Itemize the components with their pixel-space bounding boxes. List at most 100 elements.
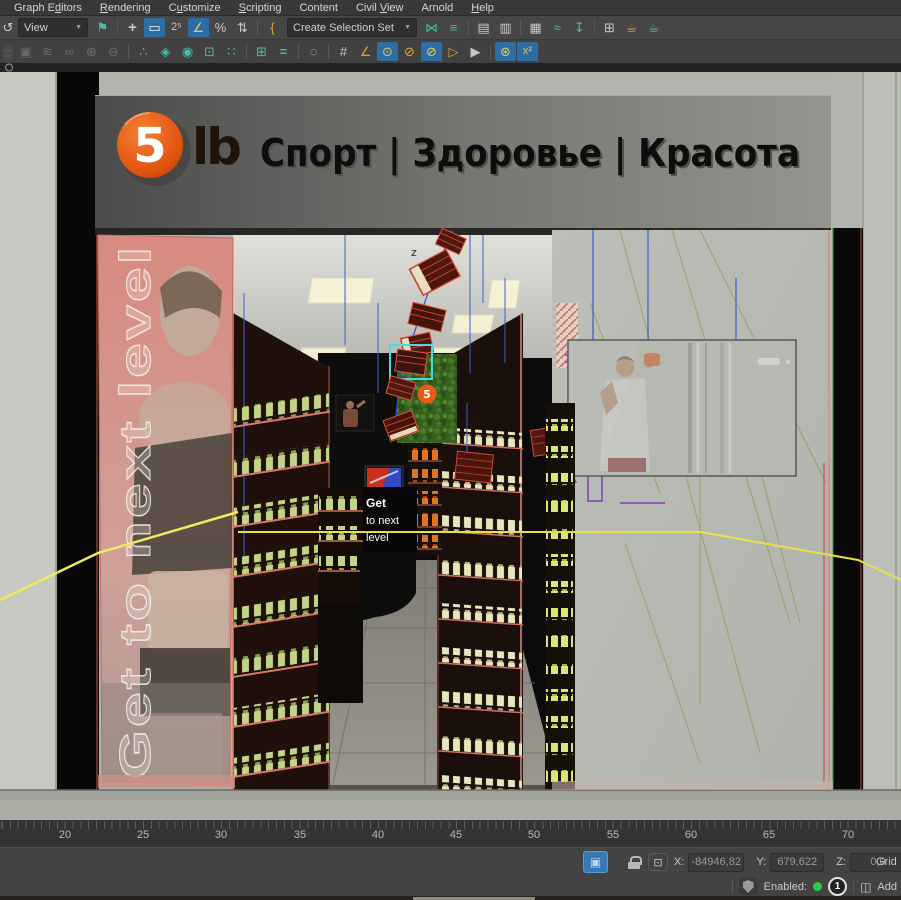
toolbar-separator (298, 44, 299, 59)
transform-gizmo-icon[interactable]: ⊡ (648, 853, 668, 871)
get-to-next-level-sign: Get to next level (359, 487, 417, 553)
angle-snap-2-icon[interactable]: ∠ (355, 42, 376, 61)
sign-title: Спорт | Здоровье | Красота (260, 131, 800, 176)
menu-bar: Graph Editors Rendering Customize Script… (0, 0, 901, 16)
y-coord-field[interactable] (770, 853, 824, 872)
notification-count-badge[interactable]: 1 (828, 877, 847, 896)
named-selection-sets-icon[interactable]: { (262, 18, 283, 37)
spinner-snap-icon[interactable]: ⇅ (232, 18, 253, 37)
timeline-tick: 30 (215, 829, 227, 841)
moss-logo-number: 5 (423, 388, 431, 401)
snap-toggle-b-icon[interactable]: ⊘ (421, 42, 442, 61)
spacing-tool-icon[interactable]: = (273, 42, 294, 61)
x-squared-toggle-icon[interactable]: x² (517, 42, 538, 61)
select-object-icon[interactable]: ▭ (144, 18, 165, 37)
back-wall-poster (336, 395, 374, 431)
timeline-tick: 55 (607, 829, 619, 841)
timeline-track-bar[interactable]: 20 25 30 35 40 45 50 55 60 65 70 (0, 820, 901, 848)
storefront-sign: 5 lb Спорт | Здоровье | Красота Спорт | … (95, 95, 831, 235)
y-coord-label: Y: (756, 856, 766, 868)
align-icon[interactable]: ≡ (443, 18, 464, 37)
ceiling-light-panel (488, 280, 520, 308)
menu-arnold[interactable]: Arnold (412, 1, 462, 15)
ceiling-light-panel (452, 315, 494, 333)
separator (732, 880, 733, 894)
ribbon-toggle-icon[interactable]: ▦ (525, 18, 546, 37)
scene-box-icon[interactable]: ◫ (860, 880, 871, 894)
selection-filter-icon[interactable]: ⚑ (92, 18, 113, 37)
bind-container-icon[interactable]: ⊕ (81, 42, 102, 61)
timeline-ruler[interactable] (0, 821, 901, 829)
scene-explorer-icon[interactable]: ▤ (473, 18, 494, 37)
move-tool-icon[interactable]: + (122, 18, 143, 37)
z-axis-label: z (411, 246, 417, 259)
glass-wall (552, 230, 833, 790)
soft-selection-icon[interactable]: ◌ (303, 42, 324, 61)
sign-line-3: level (366, 532, 389, 544)
link-container-icon[interactable]: ∞ (59, 42, 80, 61)
percent-snap-icon[interactable]: % (210, 18, 231, 37)
snap-grid-icon[interactable]: # (333, 42, 354, 61)
layer-explorer-icon[interactable]: ▥ (495, 18, 516, 37)
spline-select-icon[interactable]: ▷ (443, 42, 464, 61)
tv-screen (568, 340, 796, 476)
x-coord-field[interactable] (688, 853, 744, 872)
inherit-content-icon[interactable]: ≋ (37, 42, 58, 61)
timeline-tick: 35 (294, 829, 306, 841)
timeline-tick: 20 (59, 829, 71, 841)
sign-line-2: to next (366, 515, 399, 527)
selection-region-icon[interactable]: ▣ (583, 851, 608, 873)
chevron-down-icon: ▼ (75, 24, 82, 31)
add-label[interactable]: Add (877, 881, 897, 893)
grid-array-icon[interactable]: ⊞ (251, 42, 272, 61)
selection-lock-icon[interactable] (628, 856, 640, 869)
select-displace-icon[interactable]: ∴ (133, 42, 154, 61)
timeline-tick: 50 (528, 829, 540, 841)
view-reference-dropdown[interactable]: View▼ (18, 18, 88, 37)
menu-content[interactable]: Content (290, 1, 347, 15)
curve-editor-icon[interactable]: ≈ (547, 18, 568, 37)
right-pillar (833, 228, 863, 790)
poster-vertical-text: Get to next level (111, 244, 160, 779)
undo-icon[interactable]: ↺ (2, 18, 14, 37)
container-open-icon[interactable]: ▣ (15, 42, 36, 61)
menu-customize[interactable]: Customize (160, 1, 230, 15)
offset-snap-icon[interactable]: ⊘ (399, 42, 420, 61)
selection-set-dropdown[interactable]: Create Selection Set▼ (287, 18, 417, 37)
update-container-icon[interactable]: ⊖ (103, 42, 124, 61)
main-toolbar: ↺ View▼ ⚑ + ▭ 2⁵ ∠ % ⇅ { Create Selectio… (0, 16, 901, 39)
snap-toggle-25-icon[interactable]: 2⁵ (166, 18, 187, 37)
container-tools-icon[interactable]: ▒ (2, 42, 14, 61)
timeline-tick: 65 (763, 829, 775, 841)
rotate-gizmo-icon[interactable]: ◈ (155, 42, 176, 61)
render-setup-icon[interactable]: ⊞ (599, 18, 620, 37)
timeline-tick: 25 (137, 829, 149, 841)
toolbar-separator (257, 20, 258, 35)
schematic-view-icon[interactable]: ↧ (569, 18, 590, 37)
rendered-frame-window-icon[interactable]: ☕ (621, 18, 642, 37)
security-shield-icon[interactable] (739, 878, 758, 895)
menu-graph-editors[interactable]: Graph Editors (5, 1, 91, 15)
sign-line-1: Get (366, 496, 386, 510)
toolbar-separator (594, 20, 595, 35)
render-production-icon[interactable]: ☕ (643, 18, 664, 37)
xref-toggle-icon[interactable]: ⊛ (495, 42, 516, 61)
menu-help[interactable]: Help (462, 1, 503, 15)
export-view-icon[interactable]: ⊡ (199, 42, 220, 61)
mirror-icon[interactable]: ⋈ (421, 18, 442, 37)
menu-scripting[interactable]: Scripting (230, 1, 291, 15)
timeline-tick: 70 (842, 829, 854, 841)
menu-rendering[interactable]: Rendering (91, 1, 160, 15)
array-tool-icon[interactable]: ∷ (221, 42, 242, 61)
toolbar-separator (128, 44, 129, 59)
angle-snap-icon[interactable]: ∠ (188, 18, 209, 37)
snap-toggle-a-icon[interactable]: ⊙ (377, 42, 398, 61)
viewport-canvas[interactable]: 5 lb Спорт | Здоровье | Красота Спорт | … (0, 63, 901, 820)
right-wall-panel (863, 72, 901, 820)
select-similar-icon[interactable]: ◉ (177, 42, 198, 61)
enabled-label: Enabled: (764, 881, 807, 893)
menu-civil-view[interactable]: Civil View (347, 1, 413, 15)
toolbar-separator (117, 20, 118, 35)
spline-fill-icon[interactable]: ▶ (465, 42, 486, 61)
toolbar-separator (246, 44, 247, 59)
